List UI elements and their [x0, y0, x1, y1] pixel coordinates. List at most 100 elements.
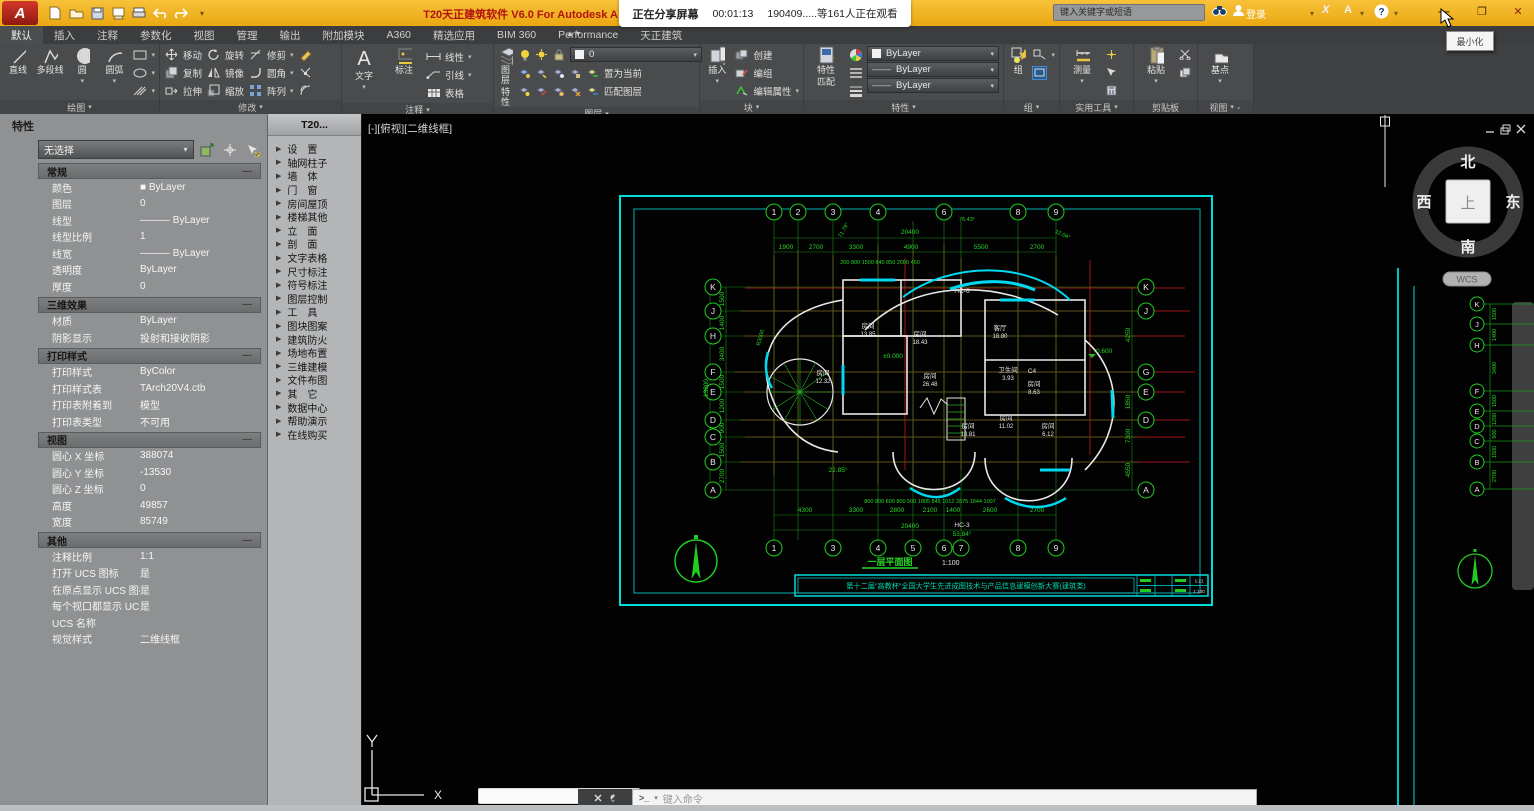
offset-button[interactable]: [298, 82, 313, 99]
t20-menu-item[interactable]: ▶图层控制: [268, 292, 361, 306]
t20-menu-item[interactable]: ▶设 置: [268, 142, 361, 156]
cad-viewport[interactable]: [-][俯视][二维线框] 北 南 西 东 上 WCS: [362, 114, 1534, 805]
section-header[interactable]: 常规—: [38, 163, 261, 179]
ribbon-tab[interactable]: BIM 360: [486, 26, 547, 44]
ribbon-collapse-icon[interactable]: ▲ ▾: [566, 29, 580, 38]
lineweight-list-icon[interactable]: [848, 84, 863, 98]
property-row[interactable]: 打印表类型不可用: [38, 413, 261, 430]
help-search-input[interactable]: 键入关键字或短语: [1053, 4, 1205, 21]
match-layer-button[interactable]: 匹配图层: [517, 82, 702, 99]
copy-button[interactable]: 复制: [164, 64, 202, 81]
scale-button[interactable]: 缩放: [206, 82, 244, 99]
arc-button[interactable]: 圆弧▾: [100, 46, 128, 100]
t20-menu-item[interactable]: ▶帮助演示: [268, 414, 361, 428]
layer-tool-icon-5[interactable]: [585, 66, 600, 80]
property-row[interactable]: 高度49857: [38, 497, 261, 514]
toggle-pickadd-icon[interactable]: [200, 142, 216, 158]
property-row[interactable]: 图层0: [38, 196, 261, 213]
ribbon-tab[interactable]: Performance: [547, 26, 629, 44]
paste-button[interactable]: 粘贴▾: [1138, 46, 1174, 100]
t20-menu-item[interactable]: ▶剖 面: [268, 237, 361, 251]
linetype-list-icon[interactable]: [848, 66, 863, 80]
search-binoculars-icon[interactable]: [1212, 4, 1228, 20]
linetype-dropdown[interactable]: ——ByLayer▾: [867, 62, 999, 77]
fillet-button[interactable]: 圆角▾: [248, 64, 294, 81]
viewcube-top-label[interactable]: 上: [1460, 195, 1475, 212]
t20-menu-item[interactable]: ▶符号标注: [268, 278, 361, 292]
draw-group-label[interactable]: 绘图▾: [0, 100, 159, 114]
t20-panel-title[interactable]: T20...: [268, 114, 361, 136]
property-row[interactable]: 注释比例1:1: [38, 548, 261, 565]
copy-clip-icon[interactable]: [1178, 66, 1193, 80]
t20-menu-item[interactable]: ▶场地布置: [268, 346, 361, 360]
color-dropdown[interactable]: ByLayer▾: [867, 46, 999, 61]
section-header[interactable]: 视图—: [38, 432, 261, 448]
groups-group-label[interactable]: 组▾: [1004, 100, 1059, 114]
wcs-button[interactable]: WCS: [1443, 272, 1491, 286]
viewcube-south[interactable]: 南: [1460, 238, 1475, 256]
section-header[interactable]: 打印样式—: [38, 348, 261, 364]
new-file-icon[interactable]: [46, 4, 64, 22]
cut-scissors-icon[interactable]: [1178, 48, 1193, 62]
table-button[interactable]: 表格: [426, 84, 472, 101]
rectangle-tool-button[interactable]: ▾: [133, 46, 156, 63]
t20-menu-item[interactable]: ▶图块图案: [268, 319, 361, 333]
layer-select-dropdown[interactable]: 0▾: [570, 47, 702, 62]
edit-attributes-button[interactable]: 编辑属性▾: [734, 82, 799, 99]
id-point-icon[interactable]: [1104, 48, 1119, 62]
restore-button[interactable]: ❐: [1470, 5, 1494, 21]
ribbon-tab[interactable]: 管理: [226, 26, 269, 44]
layer-tool-icon-1[interactable]: [517, 66, 532, 80]
ungroup-icon[interactable]: [1032, 48, 1047, 62]
ellipse-tool-button[interactable]: ▾: [133, 64, 156, 81]
t20-menu-item[interactable]: ▶其 它: [268, 387, 361, 401]
viewcube-east[interactable]: 东: [1505, 193, 1520, 211]
property-row[interactable]: 线型比例1: [38, 229, 261, 246]
layer-on-bulb-icon[interactable]: [517, 48, 532, 62]
utilities-group-label[interactable]: 实用工具▾: [1060, 100, 1133, 114]
select-objects-icon[interactable]: [222, 142, 238, 158]
a360-dropdown-icon[interactable]: ▾: [1360, 9, 1364, 18]
help-dropdown-icon[interactable]: ▾: [1394, 9, 1398, 18]
line-button[interactable]: 直线: [4, 46, 32, 100]
property-row[interactable]: 材质ByLayer: [38, 313, 261, 330]
property-row[interactable]: 每个视口都显示 UCS是: [38, 598, 261, 615]
section-header[interactable]: 三维效果—: [38, 297, 261, 313]
ribbon-tab[interactable]: 视图: [183, 26, 226, 44]
ribbon-tab[interactable]: 插入: [43, 26, 86, 44]
property-row[interactable]: 打印样式表TArch20V4.ctb: [38, 380, 261, 397]
exchange-apps-icon[interactable]: X: [1322, 4, 1329, 16]
trim-button[interactable]: 修剪▾: [248, 46, 294, 63]
close-command-icon[interactable]: [594, 794, 602, 802]
sign-in-link[interactable]: 登录: [1246, 6, 1266, 21]
property-row[interactable]: 圆心 Z 坐标0: [38, 481, 261, 498]
properties-group-label[interactable]: 特性▾: [804, 100, 1003, 114]
group-button[interactable]: 组: [1008, 46, 1028, 100]
quick-select-icon[interactable]: [1104, 66, 1119, 80]
view-group-label[interactable]: 视图▾ ⌄: [1198, 100, 1253, 114]
create-block-button[interactable]: 创建: [734, 46, 799, 63]
property-row[interactable]: 打开 UCS 图标是: [38, 565, 261, 582]
viewcube-north[interactable]: 北: [1460, 154, 1475, 171]
wrench-icon[interactable]: [607, 793, 617, 803]
ribbon-tab[interactable]: A360: [376, 26, 423, 44]
selection-dropdown[interactable]: 无选择▾: [38, 140, 194, 159]
drawing-close-icon[interactable]: [1517, 125, 1525, 133]
color-wheel-icon[interactable]: [848, 48, 863, 62]
polyline-button[interactable]: 多段线: [36, 46, 64, 100]
modify-group-label[interactable]: 修改▾: [160, 100, 341, 114]
t20-menu-item[interactable]: ▶建筑防火: [268, 332, 361, 346]
ribbon-tab[interactable]: 天正建筑: [629, 26, 693, 44]
t20-menu-item[interactable]: ▶文件布图: [268, 373, 361, 387]
block-group-label[interactable]: 块▾: [700, 100, 803, 114]
close-button[interactable]: ✕: [1506, 5, 1530, 21]
viewport-controls-label[interactable]: [-][俯视][二维线框]: [368, 122, 452, 135]
layer-tool-icon-2[interactable]: [534, 66, 549, 80]
explode-button[interactable]: [298, 64, 313, 81]
layer-tool-icon-6[interactable]: [517, 84, 532, 98]
plot-icon[interactable]: [109, 4, 127, 22]
array-button[interactable]: 阵列▾: [248, 82, 294, 99]
property-row[interactable]: UCS 名称: [38, 614, 261, 631]
erase-button[interactable]: [298, 46, 313, 63]
quick-select-palette-icon[interactable]: [245, 142, 261, 158]
